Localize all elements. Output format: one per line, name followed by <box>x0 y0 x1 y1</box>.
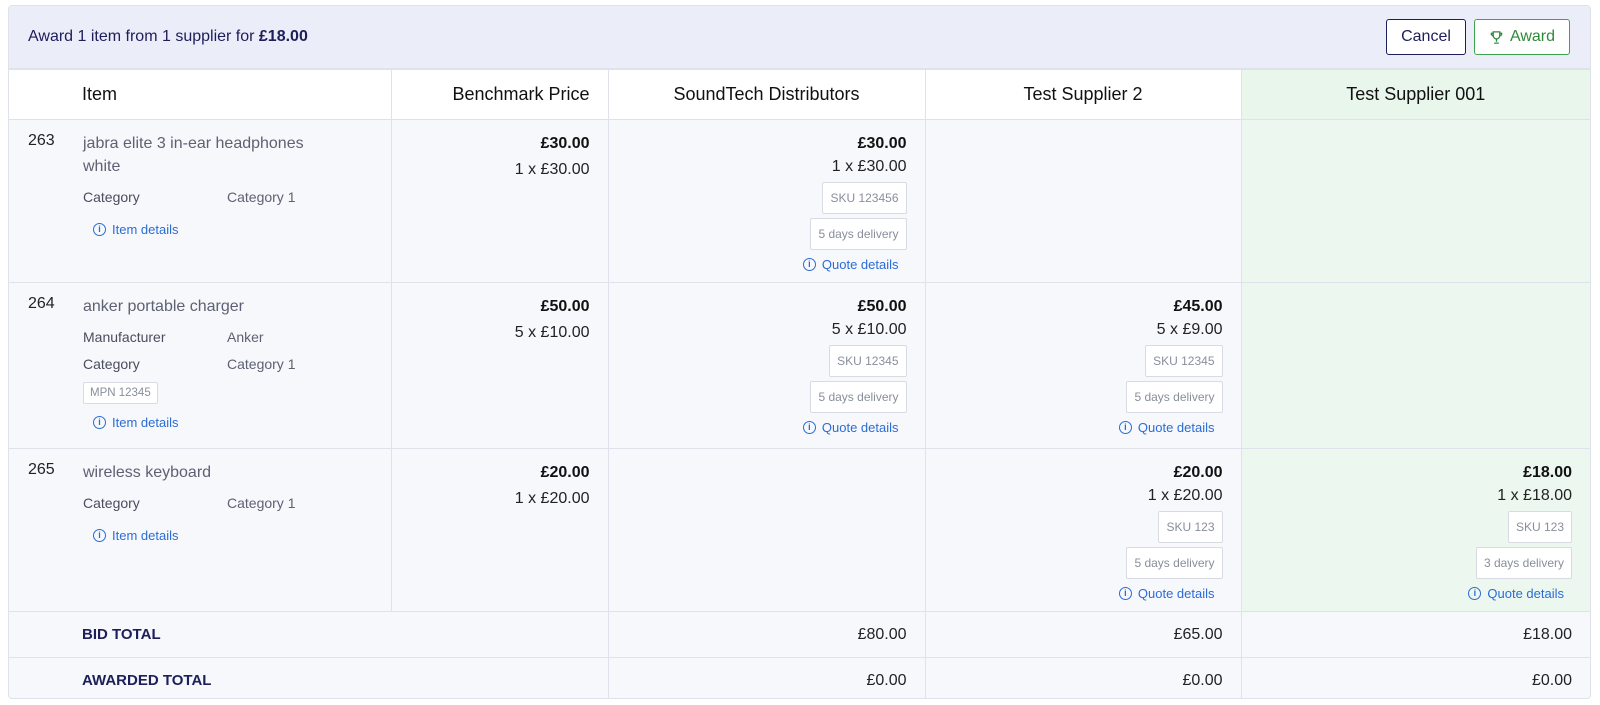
bid-total-row: BID TOTAL £80.00 £65.00 £18.00 <box>9 611 1590 658</box>
quote-details-link[interactable]: i Quote details <box>1118 420 1215 435</box>
award-summary-text: Award 1 item from 1 supplier for £18.00 <box>28 28 308 45</box>
quote-cell-empty <box>1240 282 1590 449</box>
quote-details-link[interactable]: i Quote details <box>802 257 899 272</box>
item-details-link[interactable]: i Item details <box>93 528 381 543</box>
trophy-icon <box>1490 30 1503 44</box>
bid-total-test-2: £65.00 <box>924 611 1242 658</box>
benchmark-price-cell: £50.00 5 x £10.00 <box>390 282 609 449</box>
item-name: anker portable charger <box>83 298 244 315</box>
table-header-row: Item Benchmark Price SoundTech Distribut… <box>9 69 1590 120</box>
awarded-total-soundtech: £0.00 <box>607 657 926 698</box>
info-icon: i <box>1468 587 1482 600</box>
info-icon: i <box>802 258 816 271</box>
item-name: jabra elite 3 in-ear headphones white <box>83 135 304 175</box>
item-cell: 263 jabra elite 3 in-ear headphones whit… <box>9 119 392 283</box>
delivery-tag: 5 days delivery <box>1126 381 1223 413</box>
quote-details-link[interactable]: i Quote details <box>802 420 899 435</box>
awarded-total-label: AWARDED TOTAL <box>9 657 609 698</box>
item-attribute: Category Category 1 <box>83 356 296 372</box>
quote-details-link[interactable]: i Quote details <box>1468 586 1564 601</box>
item-details-link[interactable]: i Item details <box>93 222 381 237</box>
mpn-tag: MPN 12345 <box>83 382 158 404</box>
quote-cell[interactable]: £50.00 5 x £10.00 SKU 12345 5 days deliv… <box>607 282 926 449</box>
delivery-tag: 5 days delivery <box>810 218 907 250</box>
sku-tag: SKU 123 <box>1507 511 1572 543</box>
sku-tag: SKU 123456 <box>822 182 907 214</box>
quote-cell-awarded[interactable]: £18.00 1 x £18.00 SKU 123 3 days deliver… <box>1240 448 1590 612</box>
quote-cell-empty <box>924 119 1242 283</box>
bid-total-soundtech: £80.00 <box>607 611 926 658</box>
bid-total-test-001: £18.00 <box>1240 611 1590 658</box>
award-panel: Award 1 item from 1 supplier for £18.00 … <box>8 5 1591 699</box>
action-buttons: Cancel Award <box>1386 19 1570 55</box>
comparison-table: Item Benchmark Price SoundTech Distribut… <box>9 69 1590 698</box>
item-attribute: Category Category 1 <box>83 189 296 205</box>
item-details-link[interactable]: i Item details <box>93 415 381 430</box>
award-summary-amount: £18.00 <box>258 28 308 45</box>
awarded-total-test-2: £0.00 <box>924 657 1242 698</box>
item-number: 263 <box>28 132 55 149</box>
quote-cell[interactable]: £30.00 1 x £30.00 SKU 123456 5 days deli… <box>607 119 926 283</box>
info-icon: i <box>93 223 106 236</box>
awarded-total-test-001: £0.00 <box>1240 657 1590 698</box>
item-cell: 264 anker portable charger Manufacturer … <box>9 282 392 449</box>
item-attribute: Category Category 1 <box>83 495 296 511</box>
benchmark-price-cell: £20.00 1 x £20.00 <box>390 448 609 612</box>
header-supplier-soundtech[interactable]: SoundTech Distributors <box>607 69 926 120</box>
header-supplier-test-001[interactable]: Test Supplier 001 <box>1240 69 1590 120</box>
bid-total-label: BID TOTAL <box>9 611 609 658</box>
info-icon: i <box>1118 587 1132 600</box>
delivery-tag: 5 days delivery <box>1126 547 1223 579</box>
table-row: 264 anker portable charger Manufacturer … <box>9 282 1590 449</box>
cancel-button[interactable]: Cancel <box>1386 19 1466 55</box>
header-supplier-test-2[interactable]: Test Supplier 2 <box>924 69 1242 120</box>
quote-cell-empty <box>607 448 926 612</box>
quote-cell[interactable]: £20.00 1 x £20.00 SKU 123 5 days deliver… <box>924 448 1242 612</box>
item-number: 264 <box>28 295 55 312</box>
quote-details-link[interactable]: i Quote details <box>1118 586 1215 601</box>
benchmark-price-cell: £30.00 1 x £30.00 <box>390 119 609 283</box>
sku-tag: SKU 12345 <box>1145 345 1223 377</box>
quote-cell[interactable]: £45.00 5 x £9.00 SKU 12345 5 days delive… <box>924 282 1242 449</box>
delivery-tag: 5 days delivery <box>810 381 907 413</box>
awarded-total-row: AWARDED TOTAL £0.00 £0.00 £0.00 <box>9 657 1590 698</box>
info-icon: i <box>93 529 106 542</box>
award-button[interactable]: Award <box>1474 19 1570 55</box>
quote-cell-empty <box>1240 119 1590 283</box>
item-cell: 265 wireless keyboard Category Category … <box>9 448 392 612</box>
delivery-tag: 3 days delivery <box>1475 547 1572 579</box>
table-row: 265 wireless keyboard Category Category … <box>9 448 1590 612</box>
info-icon: i <box>1118 421 1132 434</box>
award-summary-bar: Award 1 item from 1 supplier for £18.00 … <box>9 6 1590 69</box>
item-attribute: Manufacturer Anker <box>83 329 264 345</box>
sku-tag: SKU 12345 <box>829 345 907 377</box>
header-item: Item <box>9 69 392 120</box>
table-row: 263 jabra elite 3 in-ear headphones whit… <box>9 119 1590 283</box>
info-icon: i <box>93 416 106 429</box>
item-name: wireless keyboard <box>83 464 212 481</box>
item-number: 265 <box>28 461 55 478</box>
sku-tag: SKU 123 <box>1158 511 1223 543</box>
header-benchmark: Benchmark Price <box>390 69 609 120</box>
info-icon: i <box>802 421 816 434</box>
